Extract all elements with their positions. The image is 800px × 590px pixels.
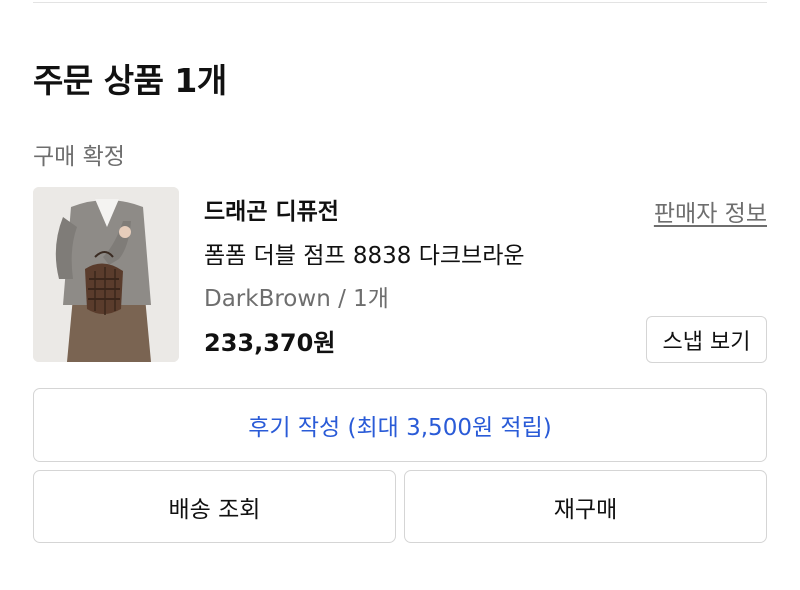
track-delivery-button[interactable]: 배송 조회: [33, 470, 396, 543]
product-name[interactable]: 폼폼 더블 점프 8838 다크브라운: [204, 236, 525, 270]
write-review-button[interactable]: 후기 작성 (최대 3,500원 적립): [33, 388, 767, 462]
reorder-button[interactable]: 재구매: [404, 470, 767, 543]
brand-name[interactable]: 드래곤 디퓨전: [204, 192, 339, 226]
top-divider: [33, 0, 767, 3]
product-price: 233,370원: [204, 329, 336, 357]
product-image[interactable]: [33, 187, 179, 362]
seller-info-link[interactable]: 판매자 정보: [654, 194, 767, 228]
product-photo-bag-icon: [33, 187, 179, 362]
purchase-status-label: 구매 확정: [33, 144, 125, 170]
product-option: DarkBrown / 1개: [204, 286, 389, 312]
snap-view-button[interactable]: 스냅 보기: [646, 316, 767, 363]
order-items-title: 주문 상품 1개: [33, 61, 227, 100]
